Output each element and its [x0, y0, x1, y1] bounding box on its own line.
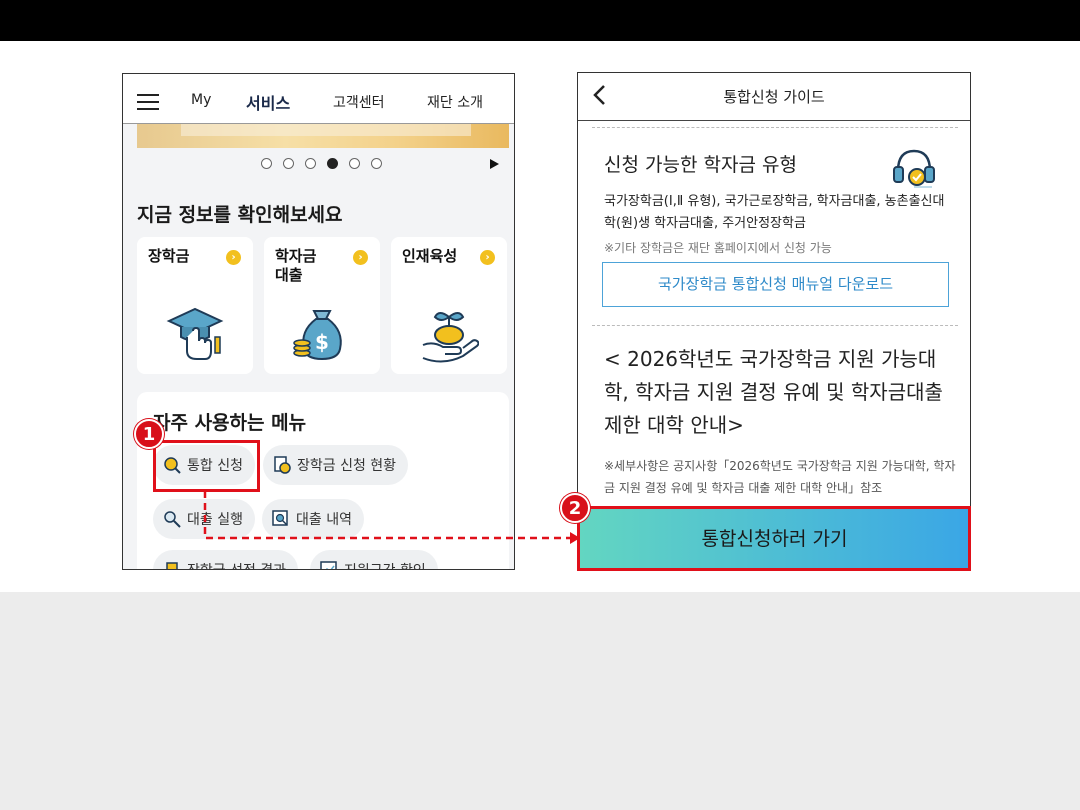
hand-sprout-icon — [422, 312, 479, 363]
chip-scholarship-status[interactable]: 장학금 신청 현황 — [263, 445, 409, 485]
top-black-bar — [0, 0, 1080, 41]
scholarship-types-text: 국가장학금(Ⅰ,Ⅱ 유형), 국가근로장학금, 학자금대출, 농촌출신대학(원)… — [604, 194, 945, 231]
notice-heading: < 2026학년도 국가장학금 지원 가능대학, 학자금 지원 결정 유예 및 … — [604, 347, 943, 437]
step-badge-1: 1 — [134, 419, 164, 449]
card-label: 인재육성 — [402, 247, 458, 265]
chip-label: 장학금 선정 결과 — [187, 560, 286, 569]
divider — [592, 127, 958, 128]
carousel-dot[interactable] — [283, 158, 294, 169]
chart-doc-icon — [320, 561, 337, 569]
highlight-go-button — [577, 506, 971, 571]
svg-text:$: $ — [315, 330, 329, 354]
graduation-cap-icon — [166, 307, 224, 360]
chip-label: 장학금 신청 현황 — [297, 458, 397, 474]
page-header: 통합신청 가이드 — [578, 73, 970, 121]
carousel-dot[interactable] — [305, 158, 316, 169]
chip-label: 대출 내역 — [296, 512, 352, 528]
chip-selection-result[interactable]: 장학금 선정 결과 — [153, 550, 299, 569]
chip-label: 대출 실행 — [187, 512, 243, 528]
trophy-icon — [166, 562, 178, 569]
card-talent[interactable]: 인재육성 › — [391, 237, 507, 374]
frequent-menu-title: 자주 사용하는 메뉴 — [153, 412, 307, 434]
doc-search-icon — [272, 510, 288, 526]
carousel-dot-active[interactable] — [327, 158, 338, 169]
nav-about[interactable]: 재단 소개 — [427, 92, 483, 112]
chevron-right-icon: › — [226, 250, 241, 265]
banner-image[interactable] — [137, 124, 509, 148]
play-icon[interactable] — [490, 159, 499, 169]
carousel-dots — [261, 158, 382, 169]
top-nav: My 서비스 고객센터 재단 소개 — [123, 74, 514, 124]
right-phone-screen: 통합신청 가이드 신청 가능한 학자금 유형 국가장학금(Ⅰ,Ⅱ 유형), 국가… — [577, 72, 971, 571]
chip-loan-history[interactable]: 대출 내역 — [262, 499, 364, 539]
chip-loan-execution[interactable]: 대출 실행 — [153, 499, 255, 539]
card-scholarship[interactable]: 장학금 › — [137, 237, 253, 374]
note-text: ※기타 장학금은 재단 홈페이지에서 신청 가능 — [604, 241, 832, 255]
nav-support[interactable]: 고객센터 — [333, 92, 385, 112]
left-phone-screen: My 서비스 고객센터 재단 소개 지금 정보를 확인해보세요 장학금 › 학자… — [122, 73, 515, 570]
download-manual-button[interactable]: 국가장학금 통합신청 매뉴얼 다운로드 — [602, 262, 949, 307]
card-label: 학자금 대출 — [275, 247, 317, 284]
money-bag-icon: $ — [293, 310, 342, 361]
nav-services[interactable]: 서비스 — [246, 90, 290, 114]
card-label: 장학금 — [148, 247, 190, 265]
carousel-dot[interactable] — [371, 158, 382, 169]
carousel-dot[interactable] — [261, 158, 272, 169]
document-coin-icon — [274, 456, 291, 474]
chevron-right-icon: › — [353, 250, 368, 265]
menu-icon[interactable] — [137, 94, 159, 110]
step-badge-2: 2 — [560, 493, 590, 523]
section-title: 지금 정보를 확인해보세요 — [137, 204, 343, 226]
notice-detail-text: ※세부사항은 공지사항「2026학년도 국가장학금 지원 가능대학, 학자금 지… — [604, 459, 956, 495]
section-heading: 신청 가능한 학자금 유형 — [604, 154, 797, 176]
chevron-right-icon: › — [480, 250, 495, 265]
page-title: 통합신청 가이드 — [723, 88, 825, 106]
card-student-loan[interactable]: 학자금 대출 › $ — [264, 237, 380, 374]
nav-my[interactable]: My — [191, 92, 211, 108]
chip-support-bracket[interactable]: 지원구간 확인 — [310, 550, 438, 569]
divider — [592, 325, 958, 326]
bottom-gray-area — [0, 592, 1080, 810]
carousel-dot[interactable] — [349, 158, 360, 169]
headset-icon — [893, 149, 935, 188]
magnifier-icon — [164, 511, 181, 528]
chip-label: 지원구간 확인 — [344, 560, 426, 569]
highlight-integrated-apply — [153, 440, 260, 492]
